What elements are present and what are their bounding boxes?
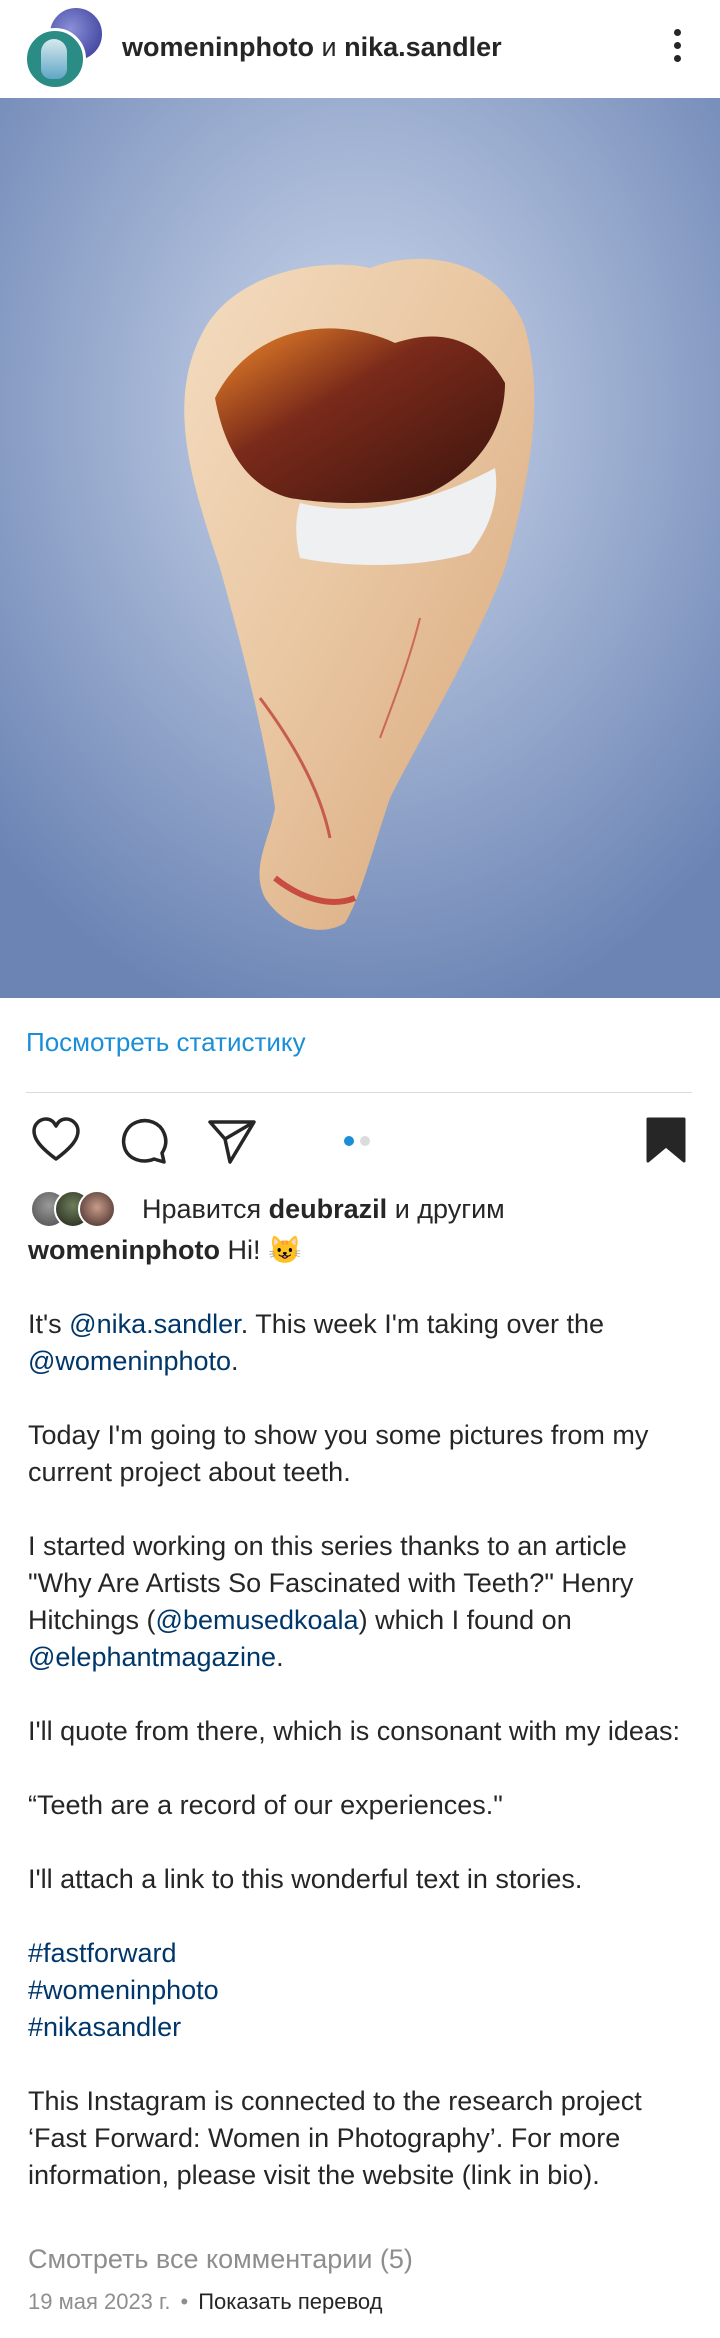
likes-prefix: Нравится (142, 1194, 262, 1224)
post-date: 19 мая 2023 г. (28, 2289, 171, 2314)
mention-link[interactable]: @nika.sandler (69, 1309, 241, 1339)
divider (26, 1092, 692, 1093)
likes-row[interactable]: Нравится deubrazil и другим (30, 1190, 690, 1228)
collaborator-username[interactable]: nika.sandler (344, 32, 502, 62)
share-icon[interactable] (206, 1115, 258, 1167)
mention-link[interactable]: @womeninphoto (28, 1346, 231, 1376)
tooth-photo (0, 98, 720, 998)
likes-text: Нравится deubrazil и другим (142, 1192, 505, 1226)
caption-paragraph: I'll attach a link to this wonderful tex… (28, 1864, 583, 1894)
caption-text: . This week I'm taking over the (240, 1309, 605, 1339)
caption-text: It's (28, 1309, 70, 1339)
mention-link[interactable]: @bemusedkoala (156, 1605, 359, 1635)
caption-text: ) which I found on (358, 1605, 572, 1635)
caption-paragraph: Today I'm going to show you some picture… (28, 1420, 649, 1487)
carousel-dot-active (344, 1136, 354, 1146)
caption-text: . (231, 1346, 239, 1376)
liker-avatar (78, 1190, 116, 1228)
post-image[interactable] (0, 98, 720, 998)
action-bar (0, 1105, 720, 1169)
hashtag-link[interactable]: #nikasandler (28, 2012, 181, 2042)
caption-paragraph: This Instagram is connected to the resea… (28, 2086, 642, 2190)
likes-suffix: и другим (394, 1194, 505, 1224)
author-avatar[interactable] (24, 28, 86, 90)
hashtag-link[interactable]: #fastforward (28, 1938, 177, 1968)
caption-intro: Hi! 😺 (227, 1235, 302, 1265)
comment-icon[interactable] (118, 1115, 170, 1167)
view-comments-link[interactable]: Смотреть все комментарии (5) (28, 2244, 413, 2275)
author-username[interactable]: womeninphoto (122, 32, 314, 62)
translate-link[interactable]: Показать перевод (198, 2289, 382, 2314)
bookmark-icon[interactable] (640, 1115, 692, 1167)
liker-username[interactable]: deubrazil (269, 1194, 388, 1224)
carousel-indicator (344, 1136, 370, 1146)
authors-conjunction: и (321, 32, 337, 62)
more-vertical-icon[interactable] (664, 22, 690, 68)
view-insights-link[interactable]: Посмотреть статистику (26, 1027, 306, 1058)
post-caption: womeninphoto Hi! 😺 It's @nika.sandler. T… (28, 1232, 694, 2194)
post-authors: womeninphoto и nika.sandler (122, 30, 502, 64)
carousel-dot (360, 1136, 370, 1146)
post-header: womeninphoto и nika.sandler (0, 0, 720, 98)
meta-separator: • (180, 2289, 189, 2314)
heart-icon[interactable] (30, 1115, 82, 1167)
caption-quote: “Teeth are a record of our experiences." (28, 1790, 503, 1820)
caption-text: . (276, 1642, 284, 1672)
caption-author[interactable]: womeninphoto (28, 1235, 220, 1265)
mention-link[interactable]: @elephantmagazine (28, 1642, 276, 1672)
caption-paragraph: I'll quote from there, which is consonan… (28, 1716, 680, 1746)
post-meta: 19 мая 2023 г. • Показать перевод (28, 2289, 382, 2315)
hashtag-link[interactable]: #womeninphoto (28, 1975, 219, 2005)
